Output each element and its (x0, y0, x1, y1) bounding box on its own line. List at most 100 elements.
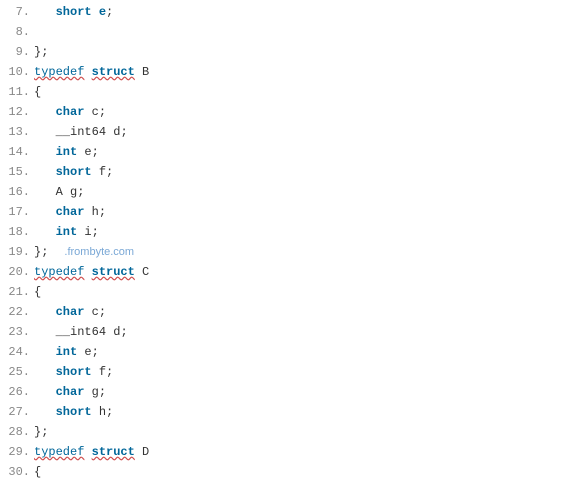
token-ident: f (99, 365, 106, 379)
code-line: 10.typedef struct B (0, 62, 565, 82)
token-ident: f (99, 165, 106, 179)
code-line: 17. char h; (0, 202, 565, 222)
token-ident: __int64 (56, 125, 106, 139)
token-ident: h (92, 205, 99, 219)
token-kw: int (56, 225, 78, 239)
line-number: 10. (0, 62, 34, 82)
token-kw: char (56, 385, 85, 399)
token-punct: { (34, 285, 41, 299)
code-content: { (34, 462, 41, 482)
code-content: A g; (34, 182, 84, 202)
token-typedef: typedef (34, 445, 84, 459)
line-number: 15. (0, 162, 34, 182)
code-line: 16. A g; (0, 182, 565, 202)
code-content: short e; (34, 2, 113, 22)
code-line: 28.}; (0, 422, 565, 442)
code-line: 9.}; (0, 42, 565, 62)
line-number: 27. (0, 402, 34, 422)
code-line: 15. short f; (0, 162, 565, 182)
token-punct: }; (34, 245, 48, 259)
line-number: 20. (0, 262, 34, 282)
code-line: 30.{ (0, 462, 565, 482)
line-number: 30. (0, 462, 34, 482)
code-content: typedef struct B (34, 62, 149, 82)
code-block: 7. short e;8.9.};10.typedef struct B11.{… (0, 0, 565, 482)
line-number: 23. (0, 322, 34, 342)
line-number: 14. (0, 142, 34, 162)
line-number: 24. (0, 342, 34, 362)
code-content: { (34, 82, 41, 102)
code-content: int i; (34, 222, 99, 242)
code-content: }; (34, 422, 48, 442)
token-ident: e (84, 345, 91, 359)
line-number: 22. (0, 302, 34, 322)
code-line: 25. short f; (0, 362, 565, 382)
line-number: 17. (0, 202, 34, 222)
token-punct: ; (99, 385, 106, 399)
code-content: __int64 d; (34, 322, 128, 342)
token-kw: char (56, 205, 85, 219)
token-ident: A (56, 185, 63, 199)
token-punct: }; (34, 45, 48, 59)
token-punct: ; (92, 345, 99, 359)
code-content: typedef struct D (34, 442, 149, 462)
code-line: 24. int e; (0, 342, 565, 362)
code-content: __int64 d; (34, 122, 128, 142)
code-line: 14. int e; (0, 142, 565, 162)
code-content: char c; (34, 302, 106, 322)
token-ident: __int64 (56, 325, 106, 339)
code-content: short f; (34, 362, 113, 382)
line-number: 26. (0, 382, 34, 402)
token-punct: ; (120, 325, 127, 339)
token-kw: short (56, 5, 92, 19)
token-ident: h (99, 405, 106, 419)
token-punct: ; (92, 145, 99, 159)
watermark-text: .frombyte.com (64, 246, 134, 258)
token-punct: ; (99, 105, 106, 119)
token-punct: { (34, 85, 41, 99)
code-line: 21.{ (0, 282, 565, 302)
code-content: short f; (34, 162, 113, 182)
code-line: 18. int i; (0, 222, 565, 242)
code-content: }; (34, 42, 48, 62)
token-punct: ; (92, 225, 99, 239)
line-number: 28. (0, 422, 34, 442)
line-number: 19. (0, 242, 34, 262)
line-number: 8. (0, 22, 34, 42)
token-punct: ; (99, 305, 106, 319)
token-ident: e (84, 145, 91, 159)
code-line: 19.}; .frombyte.com (0, 242, 565, 262)
code-line: 12. char c; (0, 102, 565, 122)
code-content: { (34, 282, 41, 302)
token-typedef: typedef (34, 265, 84, 279)
code-content: short h; (34, 402, 113, 422)
code-content: char c; (34, 102, 106, 122)
code-line: 8. (0, 22, 565, 42)
token-kw: char (56, 105, 85, 119)
token-punct: { (34, 465, 41, 479)
line-number: 16. (0, 182, 34, 202)
code-line: 26. char g; (0, 382, 565, 402)
token-ident: B (142, 65, 149, 79)
token-punct: ; (106, 165, 113, 179)
line-number: 7. (0, 2, 34, 22)
token-punct: ; (99, 205, 106, 219)
token-struct: struct (92, 65, 135, 79)
code-content: int e; (34, 142, 99, 162)
code-content: char g; (34, 382, 106, 402)
token-ident: C (142, 265, 149, 279)
line-number: 29. (0, 442, 34, 462)
token-struct: struct (92, 265, 135, 279)
code-content: int e; (34, 342, 99, 362)
token-ident: D (142, 445, 149, 459)
token-ident: c (92, 105, 99, 119)
token-kw: int (56, 345, 78, 359)
token-punct: ; (77, 185, 84, 199)
token-punct: }; (34, 425, 48, 439)
code-content: char h; (34, 202, 106, 222)
code-line: 11.{ (0, 82, 565, 102)
token-ident: c (92, 305, 99, 319)
token-punct: ; (106, 365, 113, 379)
line-number: 11. (0, 82, 34, 102)
token-kw: int (56, 145, 78, 159)
